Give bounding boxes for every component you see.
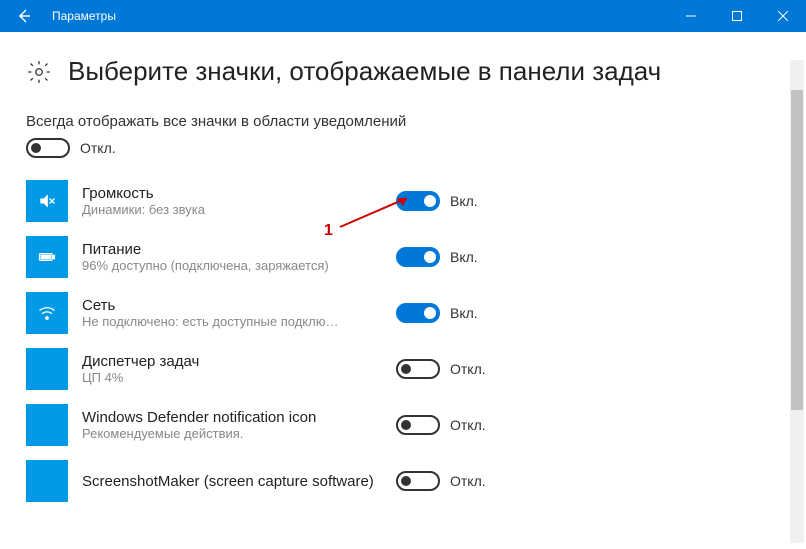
item-toggle-group: Откл.	[396, 415, 486, 435]
item-text: ScreenshotMaker (screen capture software…	[82, 473, 382, 490]
master-toggle[interactable]	[26, 138, 70, 158]
battery-icon	[26, 236, 68, 278]
page-title: Выберите значки, отображаемые в панели з…	[68, 56, 661, 87]
item-toggle[interactable]	[396, 471, 440, 491]
item-text: Диспетчер задачЦП 4%	[82, 353, 382, 385]
item-toggle[interactable]	[396, 415, 440, 435]
item-toggle-label: Вкл.	[450, 193, 478, 209]
window-title: Параметры	[52, 9, 116, 23]
item-toggle[interactable]	[396, 191, 440, 211]
page-header: Выберите значки, отображаемые в панели з…	[26, 56, 780, 87]
minimize-icon	[686, 11, 696, 21]
page-subtitle: Всегда отображать все значки в области у…	[26, 113, 780, 130]
item-toggle-label: Откл.	[450, 473, 486, 489]
maximize-button[interactable]	[714, 0, 760, 32]
item-title: Диспетчер задач	[82, 353, 382, 370]
item-text: Питание96% доступно (подключена, заряжае…	[82, 241, 382, 273]
list-item: Питание96% доступно (подключена, заряжае…	[26, 236, 780, 278]
item-toggle-group: Откл.	[396, 471, 486, 491]
arrow-left-icon	[16, 8, 32, 24]
item-text: СетьНе подключено: есть доступные подклю…	[82, 297, 382, 329]
content-area: Выберите значки, отображаемые в панели з…	[0, 32, 806, 549]
list-item: ScreenshotMaker (screen capture software…	[26, 460, 780, 502]
item-desc: ЦП 4%	[82, 370, 382, 385]
maximize-icon	[732, 11, 742, 21]
item-text: ГромкостьДинамики: без звука	[82, 185, 382, 217]
list-item: Windows Defender notification iconРекоме…	[26, 404, 780, 446]
back-button[interactable]	[0, 0, 48, 32]
items-list: ГромкостьДинамики: без звука Вкл. Питание9…	[26, 180, 780, 502]
titlebar: Параметры	[0, 0, 806, 32]
item-toggle-group: Вкл.	[396, 247, 478, 267]
gear-icon	[26, 59, 52, 85]
list-item: СетьНе подключено: есть доступные подклю…	[26, 292, 780, 334]
item-title: Питание	[82, 241, 382, 258]
master-toggle-label: Откл.	[80, 140, 116, 156]
item-text: Windows Defender notification iconРекоме…	[82, 409, 382, 441]
item-toggle-label: Откл.	[450, 361, 486, 377]
item-toggle-label: Откл.	[450, 417, 486, 433]
item-title: Сеть	[82, 297, 382, 314]
item-toggle[interactable]	[396, 359, 440, 379]
item-toggle-group: Вкл.	[396, 303, 478, 323]
item-desc: Динамики: без звука	[82, 202, 382, 217]
scrollbar-thumb[interactable]	[791, 90, 803, 410]
blank	[26, 404, 68, 446]
close-button[interactable]	[760, 0, 806, 32]
scrollbar-track[interactable]	[790, 60, 804, 543]
item-desc: 96% доступно (подключена, заряжается)	[82, 258, 382, 273]
network-icon	[26, 292, 68, 334]
item-title: ScreenshotMaker (screen capture software…	[82, 473, 382, 490]
volume-icon	[26, 180, 68, 222]
close-icon	[778, 11, 788, 21]
list-item: Диспетчер задачЦП 4% Откл.	[26, 348, 780, 390]
item-toggle[interactable]	[396, 303, 440, 323]
item-toggle[interactable]	[396, 247, 440, 267]
item-title: Windows Defender notification icon	[82, 409, 382, 426]
item-desc: Не подключено: есть доступные подклю…	[82, 314, 382, 329]
blank	[26, 460, 68, 502]
blank	[26, 348, 68, 390]
minimize-button[interactable]	[668, 0, 714, 32]
item-toggle-label: Вкл.	[450, 305, 478, 321]
item-title: Громкость	[82, 185, 382, 202]
item-desc: Рекомендуемые действия.	[82, 426, 382, 441]
master-toggle-row: Откл.	[26, 138, 780, 158]
item-toggle-group: Вкл.	[396, 191, 478, 211]
list-item: ГромкостьДинамики: без звука Вкл.	[26, 180, 780, 222]
item-toggle-label: Вкл.	[450, 249, 478, 265]
item-toggle-group: Откл.	[396, 359, 486, 379]
